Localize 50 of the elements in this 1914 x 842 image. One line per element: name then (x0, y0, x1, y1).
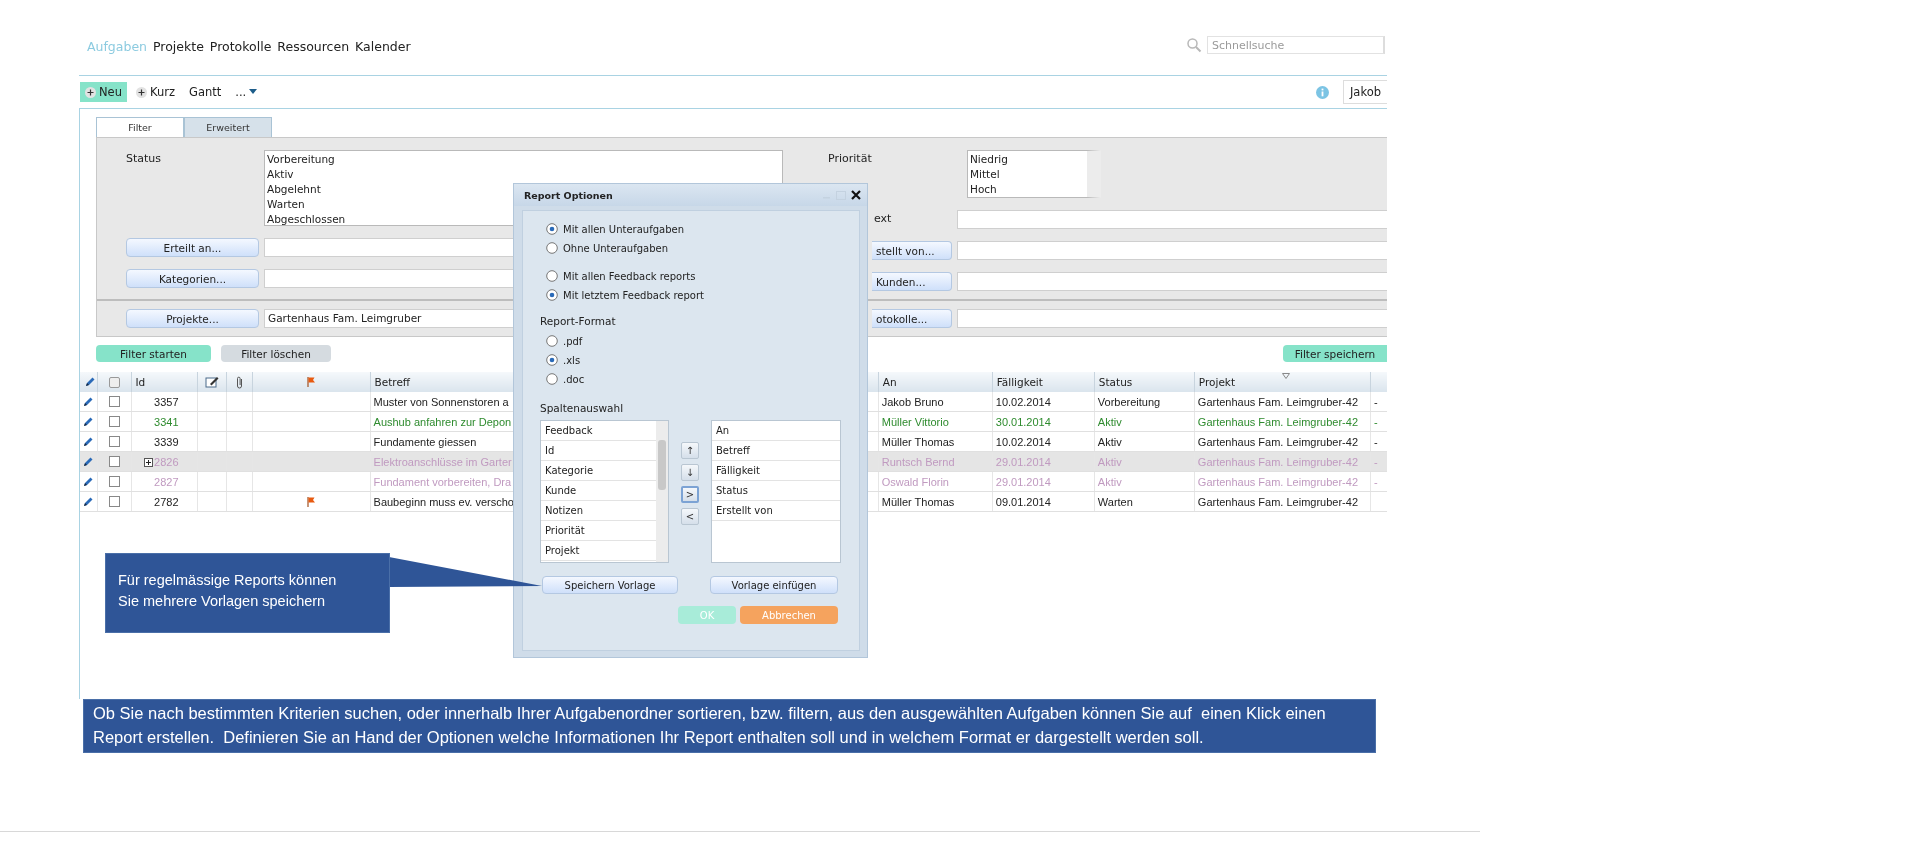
section-label: Report-Format (540, 315, 617, 327)
table-cell: 3341 (154, 415, 179, 428)
callout-text: Für regelmässige Reports können Sie mehrere Vorlagen speichern (105, 553, 390, 633)
table-cell: - (1373, 455, 1378, 468)
table-cell: 3339 (154, 435, 179, 448)
table-cell: 10.02.2014 (995, 395, 1051, 408)
table-cell: Gartenhaus Fam. Leimgruber-42 (1197, 435, 1358, 448)
table-cell: Gartenhaus Fam. Leimgruber-42 (1197, 475, 1358, 488)
table-cell: 09.01.2014 (995, 495, 1051, 508)
table-cell: Fundament vorbereiten, Dra (373, 475, 512, 488)
table-cell: Gartenhaus Fam. Leimgruber-42 (1197, 455, 1358, 468)
status-label: Status (126, 151, 163, 165)
table-cell: Baubeginn muss ev. verscho (373, 495, 514, 508)
table-cell: - (1373, 415, 1378, 428)
text-label: ext (873, 211, 893, 225)
table-cell: Muster von Sonnenstoren a (373, 395, 509, 408)
table-cell: 29.01.2014 (995, 455, 1051, 468)
table-cell: Gartenhaus Fam. Leimgruber-42 (1197, 395, 1358, 408)
table-cell: Aktiv (1097, 415, 1122, 428)
table-cell: Oswald Florin (881, 475, 949, 488)
table-cell: Warten (1097, 495, 1133, 508)
table-cell: Aktiv (1097, 435, 1122, 448)
table-cell: Müller Thomas (881, 435, 955, 448)
table-cell: 30.01.2014 (995, 415, 1051, 428)
section-label: Spaltenauswahl (540, 402, 625, 414)
dialog-title: Report Optionen (524, 189, 613, 201)
table-cell: Aushub anfahren zur Depon (373, 415, 512, 428)
table-cell: - (1373, 475, 1378, 488)
table-cell: 2782 (154, 495, 179, 508)
table-cell: - (1373, 395, 1378, 408)
table-cell: 2827 (154, 475, 179, 488)
table-cell: Gartenhaus Fam. Leimgruber-42 (1197, 415, 1358, 428)
info-text: Ob Sie nach bestimmten Kriterien suchen, oder innerhalb Ihrer Aufgabenordner sortieren, bzw. filtern, aus den ausgewählten Aufgaben können Sie auf einen Klick einen Report erstellen. Definieren Sie an Hand der Optionen welche Informationen Ihr Report enthalten soll und in welchem Format er dargestellt werden soll. (83, 699, 1376, 753)
table-cell: - (1373, 435, 1378, 448)
table-cell: 10.02.2014 (995, 435, 1051, 448)
table-cell: Gartenhaus Fam. Leimgruber-42 (1197, 495, 1358, 508)
priority-label: Priorität (828, 151, 873, 165)
table-cell: 3357 (154, 395, 179, 408)
table-cell: 2826 (154, 455, 179, 468)
table-cell: Müller Thomas (881, 495, 955, 508)
table-cell: Elektroanschlüsse im Garter (373, 455, 512, 468)
ok-button: OK (678, 606, 736, 624)
table-cell: Müller Vittorio (881, 415, 949, 428)
table-cell: Aktiv (1097, 475, 1122, 488)
table-cell: Jakob Bruno (881, 395, 944, 408)
table-cell: Runtsch Bernd (881, 455, 955, 468)
table-cell: Aktiv (1097, 455, 1122, 468)
table-cell: 29.01.2014 (995, 475, 1051, 488)
table-cell: Vorbereitung (1097, 395, 1161, 408)
table-cell: Fundamente giessen (373, 435, 477, 448)
